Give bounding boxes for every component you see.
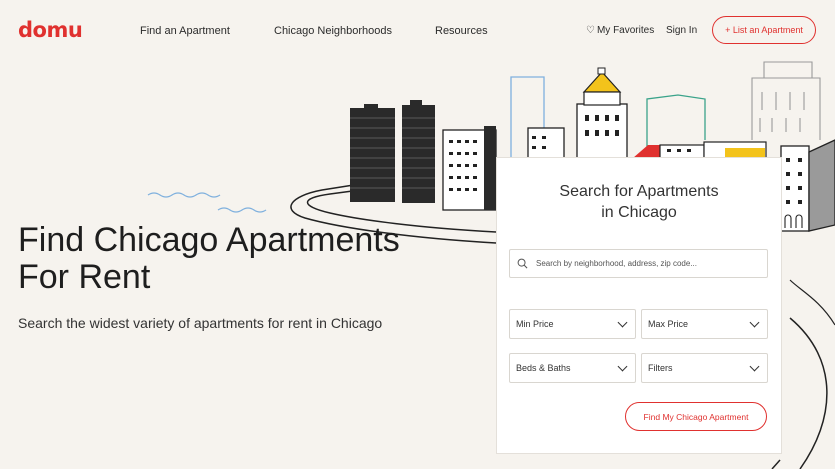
- search-box[interactable]: [509, 249, 768, 278]
- hero-title: Find Chicago Apartments For Rent: [18, 221, 400, 296]
- wave-line: [147, 192, 221, 198]
- wave-line: [217, 207, 267, 213]
- corner-building: [780, 139, 835, 232]
- beds-baths-select[interactable]: Beds & Baths: [509, 353, 636, 383]
- search-card: Search for Apartments in Chicago Min Pri…: [496, 157, 782, 454]
- chevron-down-icon: [749, 317, 760, 328]
- hero-subtitle: Search the widest variety of apartments …: [18, 315, 383, 331]
- find-apartment-button[interactable]: Find My Chicago Apartment: [625, 402, 767, 431]
- min-price-label: Min Price: [516, 319, 554, 329]
- beds-baths-label: Beds & Baths: [516, 363, 571, 373]
- yellow-roof-tower: [576, 67, 628, 159]
- low-buildings: [659, 141, 767, 159]
- max-price-select[interactable]: Max Price: [641, 309, 768, 339]
- chevron-down-icon: [617, 361, 628, 372]
- chevron-down-icon: [749, 361, 760, 372]
- dark-tower: [350, 104, 395, 202]
- search-icon: [517, 258, 528, 269]
- curve-line: [771, 459, 781, 469]
- chevron-down-icon: [617, 317, 628, 328]
- search-input[interactable]: [534, 258, 758, 269]
- search-card-title-line1: Search for Apartments: [559, 183, 719, 200]
- dark-tower: [402, 100, 435, 203]
- curve-line: [789, 317, 828, 469]
- filters-label: Filters: [648, 363, 673, 373]
- search-card-title: Search for Apartments in Chicago: [497, 181, 781, 223]
- min-price-select[interactable]: Min Price: [509, 309, 636, 339]
- outline-tower: [751, 61, 821, 140]
- small-building: [527, 127, 565, 159]
- max-price-label: Max Price: [648, 319, 689, 329]
- search-card-title-line2: in Chicago: [601, 204, 677, 221]
- office-building: [442, 126, 497, 211]
- curve-line: [789, 279, 835, 326]
- filters-select[interactable]: Filters: [641, 353, 768, 383]
